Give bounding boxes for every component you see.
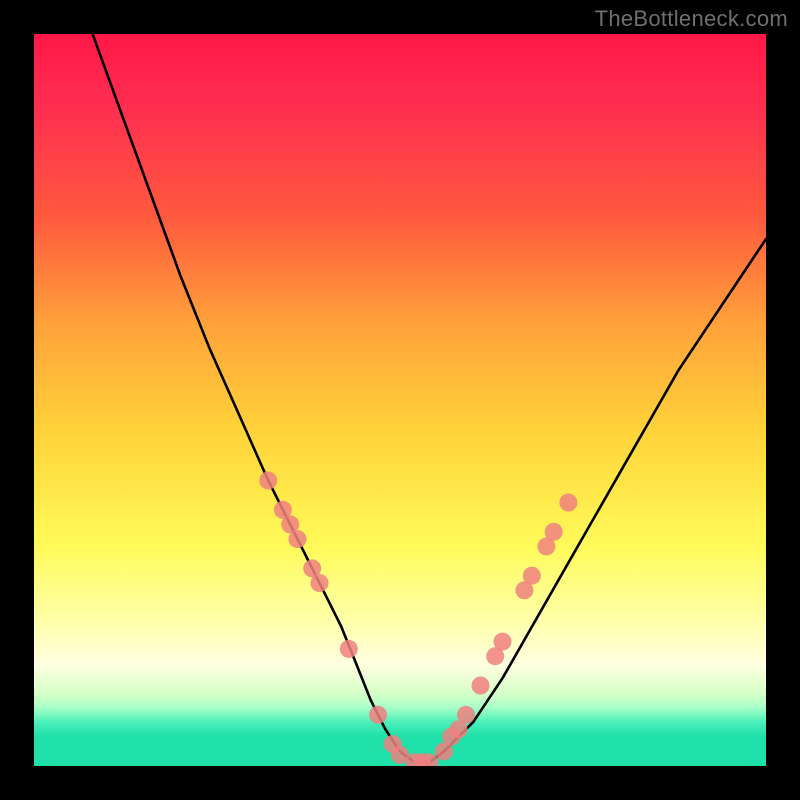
marker-dot: [472, 677, 490, 695]
marker-dot: [457, 706, 475, 724]
marker-dots: [259, 472, 577, 767]
marker-dot: [494, 633, 512, 651]
marker-dot: [340, 640, 358, 658]
watermark-text: TheBottleneck.com: [595, 6, 788, 32]
marker-dot: [559, 494, 577, 512]
plot-area: [34, 34, 766, 766]
chart-frame: TheBottleneck.com: [0, 0, 800, 800]
marker-dot: [289, 530, 307, 548]
bottleneck-curve-svg: [34, 34, 766, 766]
marker-dot: [311, 574, 329, 592]
bottleneck-curve: [93, 34, 766, 762]
marker-dot: [259, 472, 277, 490]
marker-dot: [523, 567, 541, 585]
marker-dot: [369, 706, 387, 724]
marker-dot: [545, 523, 563, 541]
